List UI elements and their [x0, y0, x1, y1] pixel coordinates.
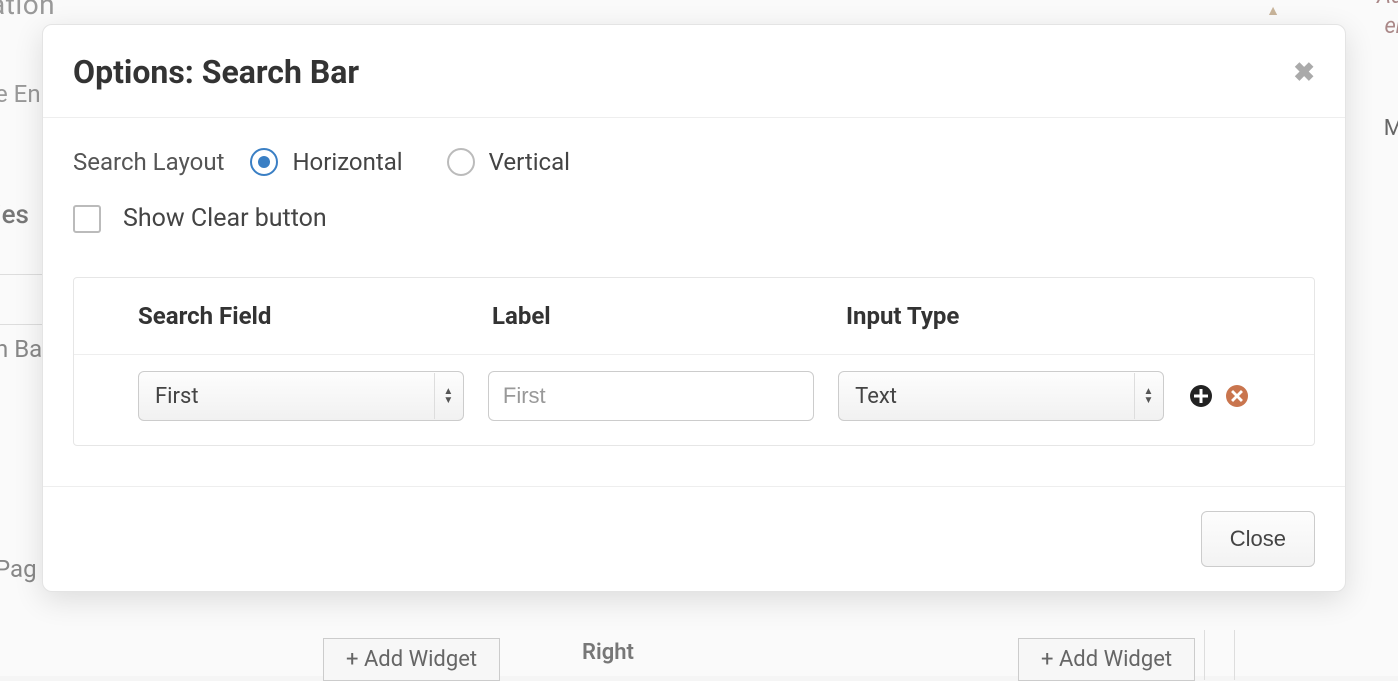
- search-layout-row: Search Layout Horizontal Vertical: [73, 148, 1315, 176]
- table-header: Search Field Label Input Type: [74, 278, 1314, 354]
- bg-text-fragment: ation: [0, 0, 55, 21]
- label-input[interactable]: [488, 371, 814, 421]
- bg-text-fragment: M: [1384, 116, 1398, 141]
- show-clear-row: Show Clear button: [73, 204, 1315, 233]
- show-clear-label: Show Clear button: [123, 204, 327, 233]
- add-widget-button[interactable]: + Add Widget: [1018, 638, 1195, 681]
- divider: [1204, 630, 1205, 680]
- select-value: Text: [855, 384, 897, 409]
- modal-header: Options: Search Bar ✖: [43, 25, 1345, 118]
- search-field-select[interactable]: First ▲▼: [138, 371, 464, 421]
- add-widget-button[interactable]: + Add Widget: [323, 638, 500, 681]
- input-type-select[interactable]: Text ▲▼: [838, 371, 1164, 421]
- select-arrows-icon: ▲▼: [1134, 373, 1162, 419]
- table-row: First ▲▼ Text ▲▼: [74, 354, 1314, 445]
- modal-title: Options: Search Bar: [73, 53, 359, 91]
- select-arrows-icon: ▲▼: [434, 373, 462, 419]
- divider: [0, 274, 42, 275]
- options-search-bar-modal: Options: Search Bar ✖ Search Layout Hori…: [42, 24, 1346, 592]
- close-icon[interactable]: ✖: [1293, 57, 1315, 88]
- radio-label: Horizontal: [292, 148, 402, 176]
- remove-row-icon[interactable]: [1224, 383, 1250, 409]
- bg-region-label: Right: [582, 640, 634, 665]
- search-layout-label: Search Layout: [73, 148, 224, 176]
- radio-label: Vertical: [489, 148, 570, 176]
- search-layout-radio-group: Horizontal Vertical: [250, 148, 570, 176]
- close-button[interactable]: Close: [1201, 511, 1315, 567]
- bg-text-fragment: ies: [0, 200, 29, 230]
- show-clear-checkbox[interactable]: [73, 205, 101, 233]
- row-actions: [1188, 383, 1250, 409]
- radio-icon: [250, 148, 278, 176]
- radio-vertical[interactable]: Vertical: [447, 148, 570, 176]
- modal-footer: Close: [43, 486, 1345, 591]
- search-fields-table: Search Field Label Input Type First ▲▼ T…: [73, 277, 1315, 446]
- column-header-search-field: Search Field: [138, 302, 492, 330]
- column-header-label: Label: [492, 302, 846, 330]
- add-row-icon[interactable]: [1188, 383, 1214, 409]
- divider: [0, 324, 42, 325]
- bg-text-fragment: e En: [0, 80, 41, 108]
- bg-text-fragment: Pag: [0, 555, 37, 583]
- select-value: First: [155, 384, 199, 409]
- radio-horizontal[interactable]: Horizontal: [250, 148, 402, 176]
- bg-text-fragment: Ad: [1377, 0, 1398, 9]
- chevron-up-icon: ▲: [1266, 2, 1280, 19]
- column-header-input-type: Input Type: [846, 302, 1200, 330]
- modal-body: Search Layout Horizontal Vertical Show C…: [43, 118, 1345, 486]
- divider: [1234, 630, 1235, 680]
- bg-text-fragment: er: [1384, 14, 1398, 39]
- bg-text-fragment: n Ba: [0, 335, 42, 363]
- radio-icon: [447, 148, 475, 176]
